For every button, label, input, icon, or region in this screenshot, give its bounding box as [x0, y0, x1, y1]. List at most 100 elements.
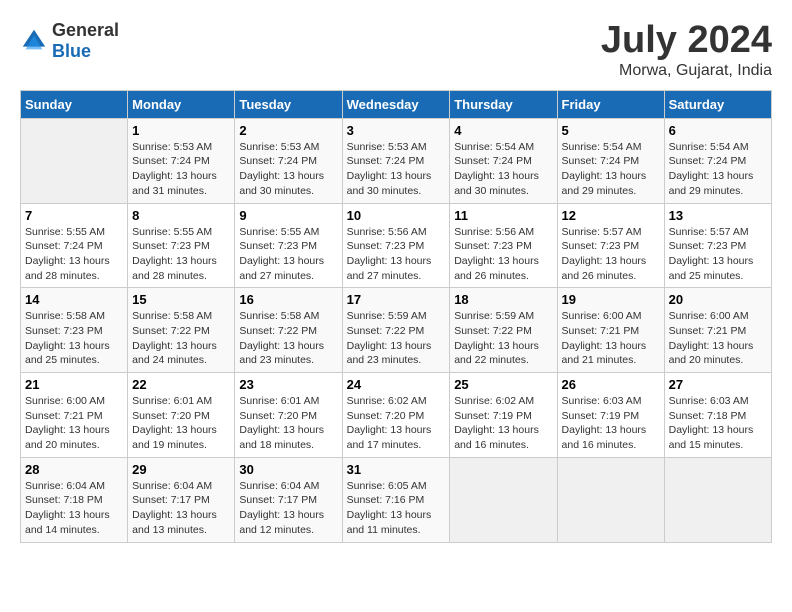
day-header-saturday: Saturday [664, 90, 771, 118]
day-cell: 8 Sunrise: 5:55 AMSunset: 7:23 PMDaylight… [128, 203, 235, 288]
day-cell: 19Sunrise: 6:00 AMSunset: 7:21 PMDayligh… [557, 288, 664, 373]
day-number: 28 [25, 462, 123, 477]
logo-blue: Blue [52, 41, 91, 61]
day-info: Sunrise: 5:59 AMSunset: 7:22 PMDaylight:… [454, 310, 539, 366]
day-info: Sunrise: 5:58 AMSunset: 7:22 PMDaylight:… [239, 310, 324, 366]
day-number: 11 [454, 208, 552, 223]
day-number: 27 [669, 377, 767, 392]
day-cell: 29Sunrise: 6:04 AMSunset: 7:17 PMDayligh… [128, 457, 235, 542]
day-cell: 1 Sunrise: 5:53 AMSunset: 7:24 PMDaylight… [128, 118, 235, 203]
day-cell: 30Sunrise: 6:04 AMSunset: 7:17 PMDayligh… [235, 457, 342, 542]
day-number: 26 [562, 377, 660, 392]
day-info: Sunrise: 5:54 AMSunset: 7:24 PMDaylight:… [562, 141, 647, 197]
day-info: Sunrise: 5:57 AMSunset: 7:23 PMDaylight:… [562, 226, 647, 282]
day-cell: 26 Sunrise: 6:03 AMSunset: 7:19 PMDayligh… [557, 373, 664, 458]
day-cell [450, 457, 557, 542]
page-header: General Blue July 2024 Morwa, Gujarat, I… [20, 20, 772, 80]
day-number: 8 [132, 208, 230, 223]
calendar-header-row: SundayMondayTuesdayWednesdayThursdayFrid… [21, 90, 772, 118]
day-cell: 31 Sunrise: 6:05 AMSunset: 7:16 PMDayligh… [342, 457, 450, 542]
day-cell: 18 Sunrise: 5:59 AMSunset: 7:22 PMDayligh… [450, 288, 557, 373]
day-info: Sunrise: 5:58 AMSunset: 7:22 PMDaylight:… [132, 310, 217, 366]
day-cell: 28 Sunrise: 6:04 AMSunset: 7:18 PMDayligh… [21, 457, 128, 542]
day-number: 6 [669, 123, 767, 138]
day-cell: 22 Sunrise: 6:01 AMSunset: 7:20 PMDayligh… [128, 373, 235, 458]
day-info: Sunrise: 5:56 AMSunset: 7:23 PMDaylight:… [347, 226, 432, 282]
day-number: 19 [562, 292, 660, 307]
day-cell: 14 Sunrise: 5:58 AMSunset: 7:23 PMDayligh… [21, 288, 128, 373]
day-number: 17 [347, 292, 446, 307]
day-info: Sunrise: 6:03 AMSunset: 7:19 PMDaylight:… [562, 395, 647, 451]
day-cell: 5 Sunrise: 5:54 AMSunset: 7:24 PMDaylight… [557, 118, 664, 203]
day-cell: 3Sunrise: 5:53 AMSunset: 7:24 PMDaylight… [342, 118, 450, 203]
day-cell: 11Sunrise: 5:56 AMSunset: 7:23 PMDayligh… [450, 203, 557, 288]
calendar-location: Morwa, Gujarat, India [601, 62, 772, 80]
day-cell: 27 Sunrise: 6:03 AMSunset: 7:18 PMDayligh… [664, 373, 771, 458]
logo-general: General [52, 20, 119, 40]
day-info: Sunrise: 5:57 AMSunset: 7:23 PMDaylight:… [669, 226, 754, 282]
week-row-5: 28 Sunrise: 6:04 AMSunset: 7:18 PMDayligh… [21, 457, 772, 542]
day-info: Sunrise: 6:00 AMSunset: 7:21 PMDaylight:… [669, 310, 754, 366]
day-header-sunday: Sunday [21, 90, 128, 118]
day-number: 29 [132, 462, 230, 477]
day-info: Sunrise: 6:01 AMSunset: 7:20 PMDaylight:… [239, 395, 324, 451]
day-info: Sunrise: 6:02 AMSunset: 7:20 PMDaylight:… [347, 395, 432, 451]
day-info: Sunrise: 5:54 AMSunset: 7:24 PMDaylight:… [454, 141, 539, 197]
day-number: 9 [239, 208, 337, 223]
day-info: Sunrise: 6:03 AMSunset: 7:18 PMDaylight:… [669, 395, 754, 451]
day-cell: 25 Sunrise: 6:02 AMSunset: 7:19 PMDayligh… [450, 373, 557, 458]
day-number: 21 [25, 377, 123, 392]
day-header-wednesday: Wednesday [342, 90, 450, 118]
day-cell [21, 118, 128, 203]
day-number: 25 [454, 377, 552, 392]
day-info: Sunrise: 6:02 AMSunset: 7:19 PMDaylight:… [454, 395, 539, 451]
day-number: 18 [454, 292, 552, 307]
day-info: Sunrise: 6:05 AMSunset: 7:16 PMDaylight:… [347, 480, 432, 536]
day-cell: 23 Sunrise: 6:01 AMSunset: 7:20 PMDayligh… [235, 373, 342, 458]
day-header-tuesday: Tuesday [235, 90, 342, 118]
day-number: 1 [132, 123, 230, 138]
day-number: 5 [562, 123, 660, 138]
day-info: Sunrise: 5:59 AMSunset: 7:22 PMDaylight:… [347, 310, 432, 366]
title-block: July 2024 Morwa, Gujarat, India [601, 20, 772, 80]
day-info: Sunrise: 6:01 AMSunset: 7:20 PMDaylight:… [132, 395, 217, 451]
day-number: 10 [347, 208, 446, 223]
logo: General Blue [20, 20, 119, 62]
day-cell: 4 Sunrise: 5:54 AMSunset: 7:24 PMDaylight… [450, 118, 557, 203]
day-info: Sunrise: 6:04 AMSunset: 7:17 PMDaylight:… [239, 480, 324, 536]
day-number: 20 [669, 292, 767, 307]
day-info: Sunrise: 5:53 AMSunset: 7:24 PMDaylight:… [347, 141, 432, 197]
day-number: 7 [25, 208, 123, 223]
day-info: Sunrise: 5:58 AMSunset: 7:23 PMDaylight:… [25, 310, 110, 366]
day-info: Sunrise: 6:04 AMSunset: 7:18 PMDaylight:… [25, 480, 110, 536]
day-info: Sunrise: 5:53 AMSunset: 7:24 PMDaylight:… [132, 141, 217, 197]
day-number: 31 [347, 462, 446, 477]
day-info: Sunrise: 5:55 AMSunset: 7:23 PMDaylight:… [132, 226, 217, 282]
day-cell: 13Sunrise: 5:57 AMSunset: 7:23 PMDayligh… [664, 203, 771, 288]
day-info: Sunrise: 5:55 AMSunset: 7:24 PMDaylight:… [25, 226, 110, 282]
day-info: Sunrise: 5:55 AMSunset: 7:23 PMDaylight:… [239, 226, 324, 282]
day-number: 4 [454, 123, 552, 138]
day-number: 14 [25, 292, 123, 307]
day-cell: 7 Sunrise: 5:55 AMSunset: 7:24 PMDaylight… [21, 203, 128, 288]
week-row-2: 7 Sunrise: 5:55 AMSunset: 7:24 PMDaylight… [21, 203, 772, 288]
day-number: 24 [347, 377, 446, 392]
day-number: 23 [239, 377, 337, 392]
day-info: Sunrise: 5:53 AMSunset: 7:24 PMDaylight:… [239, 141, 324, 197]
calendar-title: July 2024 [601, 20, 772, 62]
day-cell: 10 Sunrise: 5:56 AMSunset: 7:23 PMDayligh… [342, 203, 450, 288]
day-number: 2 [239, 123, 337, 138]
day-number: 22 [132, 377, 230, 392]
week-row-3: 14 Sunrise: 5:58 AMSunset: 7:23 PMDayligh… [21, 288, 772, 373]
day-cell: 20 Sunrise: 6:00 AMSunset: 7:21 PMDayligh… [664, 288, 771, 373]
logo-icon [20, 27, 48, 55]
logo-text: General Blue [52, 20, 119, 62]
day-cell: 2 Sunrise: 5:53 AMSunset: 7:24 PMDaylight… [235, 118, 342, 203]
day-number: 12 [562, 208, 660, 223]
day-cell: 16Sunrise: 5:58 AMSunset: 7:22 PMDayligh… [235, 288, 342, 373]
day-info: Sunrise: 6:00 AMSunset: 7:21 PMDaylight:… [25, 395, 110, 451]
day-cell: 17 Sunrise: 5:59 AMSunset: 7:22 PMDayligh… [342, 288, 450, 373]
day-header-friday: Friday [557, 90, 664, 118]
day-cell [557, 457, 664, 542]
day-cell: 12 Sunrise: 5:57 AMSunset: 7:23 PMDayligh… [557, 203, 664, 288]
